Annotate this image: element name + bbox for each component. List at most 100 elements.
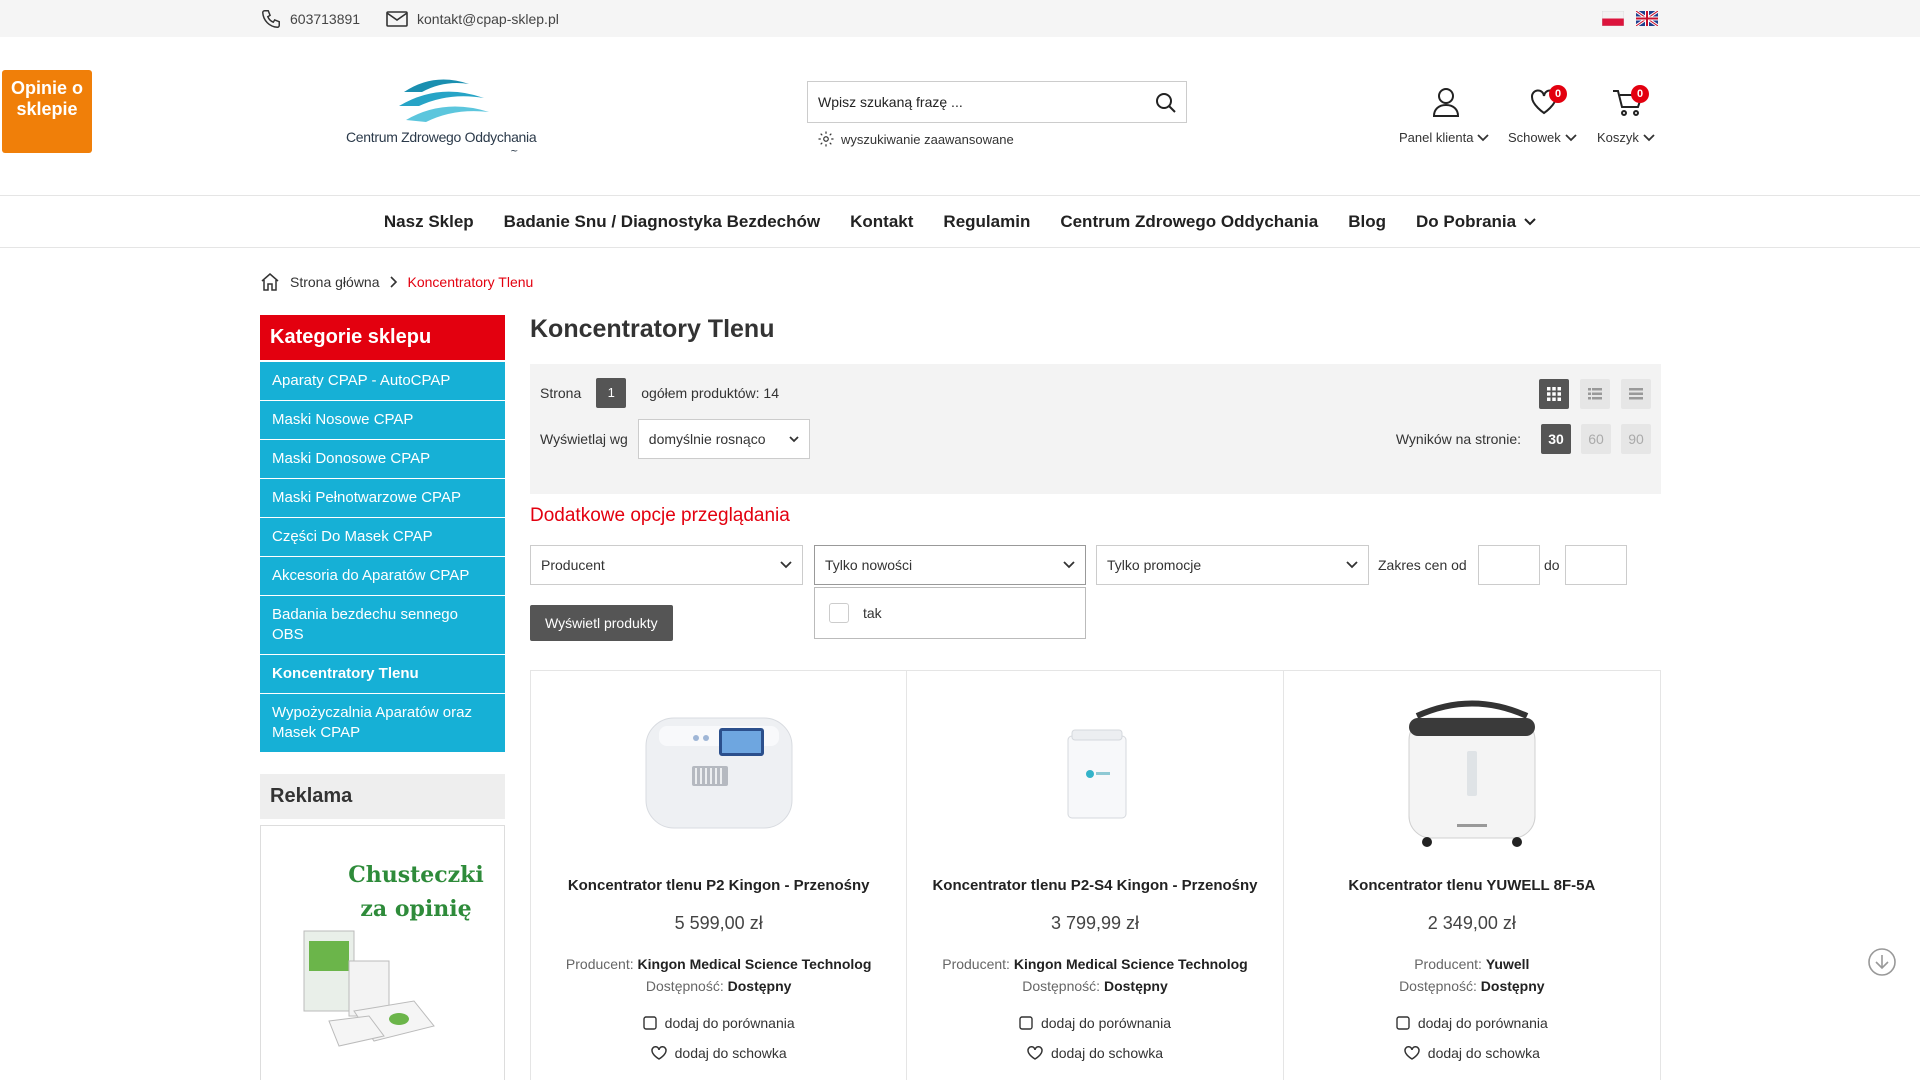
tak-option-label[interactable]: tak xyxy=(863,605,882,621)
panel-klienta-button[interactable]: Panel klienta xyxy=(1398,85,1493,150)
english-flag-icon[interactable] xyxy=(1636,11,1658,26)
advanced-search-link[interactable]: wyszukiwanie zaawansowane xyxy=(817,130,1014,148)
main-content: Koncentratory Tlenu Strona 1 ogółem prod… xyxy=(530,315,1661,1080)
category-item[interactable]: Badania bezdechu sennego OBS xyxy=(260,596,505,655)
availability-label: Dostępność: xyxy=(645,978,724,994)
main-nav: Nasz Sklep Badanie Snu / Diagnostyka Bez… xyxy=(0,195,1920,248)
filters-row: Producent Tylko nowości Tylko promocje Z… xyxy=(530,545,1661,587)
product-name[interactable]: Koncentrator tlenu YUWELL 8F-5A xyxy=(1284,877,1660,894)
grid-view-button[interactable] xyxy=(1539,379,1569,409)
chevron-down-icon xyxy=(1524,217,1536,225)
grid-icon xyxy=(1547,387,1561,401)
wishlist-button[interactable]: dodaj do schowka xyxy=(907,1045,1282,1061)
category-item[interactable]: Maski Nosowe CPAP xyxy=(260,401,505,440)
price-range-label: Zakres cen od xyxy=(1378,557,1467,573)
product-price: 3 799,99 zł xyxy=(1050,913,1140,933)
compact-view-button[interactable] xyxy=(1621,379,1651,409)
compare-label: dodaj do porównania xyxy=(664,1015,795,1031)
producer-label: Producent: xyxy=(1414,956,1482,972)
phone-number: 603713891 xyxy=(290,10,361,27)
product-image[interactable] xyxy=(634,696,804,851)
chevron-down-icon xyxy=(1477,133,1490,141)
price-from-input[interactable] xyxy=(1478,545,1540,585)
mail-icon xyxy=(386,10,408,27)
promo-only-filter[interactable]: Tylko promocje xyxy=(1096,545,1369,585)
chevron-down-icon xyxy=(1346,561,1358,569)
producer-value[interactable]: Yuwell xyxy=(1486,956,1530,972)
show-products-button[interactable]: Wyświetl produkty xyxy=(530,605,673,641)
category-item[interactable]: Wypożyczalnia Aparatów oraz Masek CPAP xyxy=(260,694,505,753)
compare-button[interactable]: dodaj do porównania xyxy=(531,1015,906,1031)
category-item[interactable]: Części Do Masek CPAP xyxy=(260,518,505,557)
category-item-active[interactable]: Koncentratory Tlenu xyxy=(260,655,505,694)
compare-label: dodaj do porównania xyxy=(1417,1015,1548,1031)
compare-button[interactable]: dodaj do porównania xyxy=(907,1015,1282,1031)
scroll-down-icon[interactable] xyxy=(1867,947,1897,977)
page-number-button[interactable]: 1 xyxy=(596,378,627,408)
product-image[interactable] xyxy=(1010,696,1180,851)
page-label: Strona xyxy=(540,385,582,401)
schowek-button[interactable]: 0 Schowek xyxy=(1508,85,1583,150)
chevron-down-icon xyxy=(789,435,799,442)
lines-icon xyxy=(1629,388,1643,400)
opinie-badge[interactable]: Opinie o sklepie xyxy=(2,70,92,153)
per-page-option[interactable]: 30 xyxy=(1541,424,1571,454)
nav-centrum[interactable]: Centrum Zdrowego Oddychania xyxy=(1060,212,1318,232)
koszyk-count: 0 xyxy=(1631,85,1649,103)
list-view-button[interactable] xyxy=(1580,379,1610,409)
wishlist-button[interactable]: dodaj do schowka xyxy=(1284,1045,1660,1061)
reklama-banner[interactable]: Chusteczki za opinię xyxy=(260,825,505,1080)
product-name[interactable]: Koncentrator tlenu P2 Kingon - Przenośny xyxy=(531,877,906,894)
sidebar: Kategorie sklepu Aparaty CPAP - AutoCPAP… xyxy=(260,315,505,1080)
tak-checkbox[interactable] xyxy=(829,603,849,623)
product-price: 5 599,00 zł xyxy=(674,913,763,933)
category-list: Aparaty CPAP - AutoCPAP Maski Nosowe CPA… xyxy=(260,362,505,753)
site-logo[interactable]: Centrum Zdrowego Oddychania ~ xyxy=(344,70,554,165)
chevron-down-icon xyxy=(780,561,792,569)
producer-label: Producent: xyxy=(565,956,634,972)
category-item[interactable]: Maski Donosowe CPAP xyxy=(260,440,505,479)
koszyk-button[interactable]: 0 Koszyk xyxy=(1597,85,1659,150)
nav-do-pobrania-label: Do Pobrania xyxy=(1415,211,1517,231)
sort-select[interactable]: domyślnie rosnąco xyxy=(637,419,810,459)
nav-regulamin[interactable]: Regulamin xyxy=(943,212,1030,232)
search-input[interactable] xyxy=(808,82,1128,122)
new-only-filter[interactable]: Tylko nowości xyxy=(814,545,1086,585)
nav-kontakt[interactable]: Kontakt xyxy=(850,212,913,232)
promo-only-filter-label: Tylko promocje xyxy=(1107,557,1202,573)
nav-badanie-snu[interactable]: Badanie Snu / Diagnostyka Bezdechów xyxy=(504,212,820,232)
producer-value[interactable]: Kingon Medical Science Technolog xyxy=(638,956,872,972)
availability-label: Dostępność: xyxy=(1022,978,1101,994)
category-item[interactable]: Maski Pełnotwarzowe CPAP xyxy=(260,479,505,518)
opinie-label: Opinie o sklepie xyxy=(11,78,83,119)
phone-link[interactable]: 603713891 xyxy=(260,0,360,37)
wipes-product-image xyxy=(303,930,435,1047)
nav-blog[interactable]: Blog xyxy=(1348,212,1386,232)
price-to-input[interactable] xyxy=(1565,545,1627,585)
checkbox-icon xyxy=(1396,1016,1410,1030)
product-name[interactable]: Koncentrator tlenu P2-S4 Kingon - Przeno… xyxy=(907,877,1282,894)
schowek-label: Schowek xyxy=(1508,130,1561,145)
home-icon[interactable] xyxy=(260,272,280,292)
breadcrumb-current: Koncentratory Tlenu xyxy=(407,274,534,290)
breadcrumb-home[interactable]: Strona główna xyxy=(290,274,380,290)
wishlist-button[interactable]: dodaj do schowka xyxy=(531,1045,906,1061)
product-image[interactable] xyxy=(1387,696,1557,851)
search-icon[interactable] xyxy=(1154,91,1178,115)
product-producer: Producent: Kingon Medical Science Techno… xyxy=(531,956,906,972)
polish-flag-icon[interactable] xyxy=(1602,11,1624,26)
category-item[interactable]: Akcesoria do Aparatów CPAP xyxy=(260,557,505,596)
compare-label: dodaj do porównania xyxy=(1040,1015,1171,1031)
nav-nasz-sklep[interactable]: Nasz Sklep xyxy=(384,212,474,232)
compare-button[interactable]: dodaj do porównania xyxy=(1284,1015,1660,1031)
wishlist-label: dodaj do schowka xyxy=(1427,1045,1540,1061)
new-only-dropdown: tak xyxy=(814,587,1086,639)
category-item[interactable]: Aparaty CPAP - AutoCPAP xyxy=(260,362,505,401)
listing-toolbar: Strona 1 ogółem produktów: 14 Wyświetlaj… xyxy=(530,364,1661,494)
producer-value[interactable]: Kingon Medical Science Technolog xyxy=(1014,956,1248,972)
per-page-option[interactable]: 90 xyxy=(1621,424,1651,454)
per-page-option[interactable]: 60 xyxy=(1581,424,1611,454)
producer-filter[interactable]: Producent xyxy=(530,545,803,585)
nav-do-pobrania[interactable]: Do Pobrania xyxy=(1416,212,1536,232)
email-link[interactable]: kontakt@cpap-sklep.pl xyxy=(385,0,559,37)
